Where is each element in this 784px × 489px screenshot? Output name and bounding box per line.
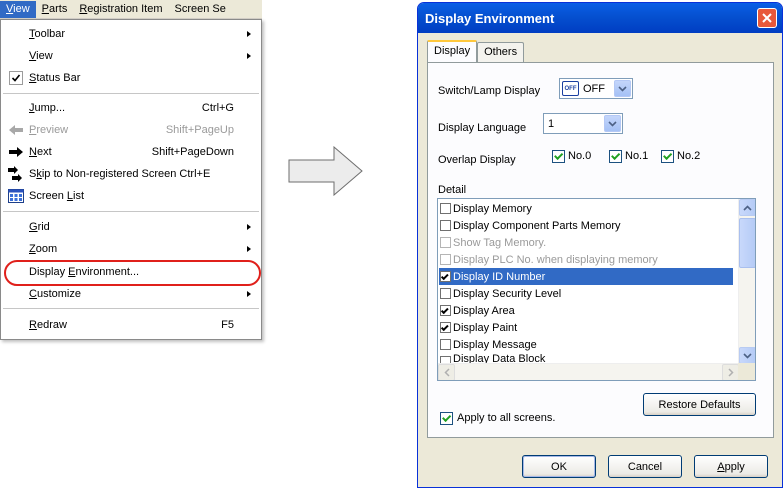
checkbox[interactable]	[440, 271, 451, 282]
checkbox[interactable]	[440, 288, 451, 299]
switch-lamp-label: Switch/Lamp Display	[438, 85, 541, 97]
switch-lamp-value: OFF	[583, 82, 605, 95]
display-language-value: 1	[548, 117, 555, 130]
menu-item-customize[interactable]: Customize	[2, 283, 260, 305]
menu-item-grid[interactable]: Grid	[2, 216, 260, 238]
menu-separator	[3, 211, 259, 212]
checkbox[interactable]	[440, 322, 451, 333]
scroll-left-button[interactable]	[438, 364, 455, 380]
list-item: Display PLC No. when displaying memory	[439, 251, 733, 268]
overlap-no0-checkbox[interactable]	[552, 150, 565, 163]
arrow-right-icon	[7, 144, 25, 160]
display-language-label: Display Language	[438, 122, 527, 134]
close-icon	[762, 13, 772, 23]
list-item[interactable]: Display Area	[439, 302, 733, 319]
display-environment-dialog: Display Environment Display Others Switc…	[417, 2, 783, 488]
horizontal-scrollbar[interactable]	[438, 363, 739, 380]
scroll-up-button[interactable]	[739, 199, 755, 216]
menu-item-status-bar[interactable]: Status Bar	[2, 67, 260, 89]
overlap-no0-label: No.0	[568, 150, 592, 162]
checkbox[interactable]	[440, 305, 451, 316]
submenu-arrow-icon	[247, 224, 251, 230]
apply-button[interactable]: Apply	[694, 455, 768, 478]
chevron-up-icon	[743, 204, 752, 211]
scroll-corner	[738, 363, 755, 380]
overlap-no2-checkbox[interactable]	[661, 150, 674, 163]
ok-button[interactable]: OK	[522, 455, 596, 478]
menu-item-display-environment[interactable]: Display Environment...	[2, 261, 260, 283]
apply-all-checkbox[interactable]	[440, 412, 453, 425]
arrow-left-icon	[7, 122, 25, 138]
dropdown-button[interactable]	[614, 80, 631, 97]
tab-others[interactable]: Others	[477, 42, 525, 62]
cancel-button[interactable]: Cancel	[608, 455, 682, 478]
display-language-combo[interactable]: 1	[543, 113, 623, 134]
list-item[interactable]: Display Security Level	[439, 285, 733, 302]
menu-item-zoom[interactable]: Zoom	[2, 238, 260, 260]
close-button[interactable]	[757, 8, 777, 28]
skip-arrows-icon	[7, 166, 25, 182]
list-item[interactable]: Display Paint	[439, 319, 733, 336]
tab-strip: Display Others	[427, 40, 525, 62]
submenu-arrow-icon	[247, 246, 251, 252]
menu-view[interactable]: View	[0, 0, 36, 18]
dialog-title: Display Environment	[425, 11, 555, 26]
chevron-down-icon	[743, 352, 752, 359]
list-item[interactable]: Display Memory	[439, 200, 733, 217]
menu-item-preview: Preview Shift+PageUp	[2, 119, 260, 141]
menu-bar: View Parts Registration Item Screen Se	[0, 0, 262, 19]
overlap-no1-checkbox[interactable]	[609, 150, 622, 163]
submenu-arrow-icon	[247, 31, 251, 37]
apply-all-label: Apply to all screens.	[457, 412, 556, 424]
menu-item-screen-list[interactable]: Screen List	[2, 185, 260, 207]
menu-separator	[3, 93, 259, 94]
menu-parts[interactable]: Parts	[36, 1, 74, 18]
chevron-left-icon	[443, 368, 450, 377]
menu-item-next[interactable]: Next Shift+PageDown	[2, 141, 260, 163]
vertical-scrollbar[interactable]	[738, 199, 755, 364]
scroll-down-button[interactable]	[739, 347, 755, 364]
menu-item-skip-to-non-registered[interactable]: Skip to Non-registered Screen Ctrl+E	[2, 163, 260, 185]
checkbox[interactable]	[440, 339, 451, 350]
restore-defaults-button[interactable]: Restore Defaults	[643, 393, 756, 416]
overlap-no1-label: No.1	[625, 150, 649, 162]
view-menu-dropdown: Toolbar View Status Bar Jump... Ctrl+G P…	[0, 19, 262, 340]
submenu-arrow-icon	[247, 53, 251, 59]
scroll-thumb[interactable]	[739, 218, 755, 268]
menu-item-view[interactable]: View	[2, 45, 260, 67]
chevron-down-icon	[608, 120, 617, 127]
dropdown-button[interactable]	[604, 115, 621, 132]
menu-separator	[3, 308, 259, 309]
menu-registration-item[interactable]: Registration Item	[73, 1, 168, 18]
dialog-titlebar: Display Environment	[418, 3, 782, 33]
overlap-display-label: Overlap Display	[438, 154, 516, 166]
menu-item-toolbar[interactable]: Toolbar	[2, 23, 260, 45]
checkbox	[440, 237, 451, 248]
list-item[interactable]: Display Component Parts Memory	[439, 217, 733, 234]
checkbox[interactable]	[440, 203, 451, 214]
scroll-right-button[interactable]	[722, 364, 739, 380]
list-item-selected[interactable]: Display ID Number	[439, 268, 733, 285]
switch-lamp-combo[interactable]: OFF OFF	[559, 78, 633, 99]
chevron-right-icon	[727, 368, 734, 377]
overlap-no2-label: No.2	[677, 150, 701, 162]
lamp-off-icon: OFF	[562, 81, 579, 96]
detail-listbox[interactable]: Display Memory Display Component Parts M…	[437, 198, 756, 381]
menu-screen-setup[interactable]: Screen Se	[169, 1, 232, 18]
list-item[interactable]: Display Message	[439, 336, 733, 353]
menu-item-jump[interactable]: Jump... Ctrl+G	[2, 97, 260, 119]
list-item: Show Tag Memory.	[439, 234, 733, 251]
flow-arrow-icon	[288, 146, 363, 196]
detail-label: Detail	[438, 184, 467, 196]
checkbox[interactable]	[440, 220, 451, 231]
chevron-down-icon	[618, 85, 627, 92]
checkmark-icon	[7, 70, 25, 86]
tab-display[interactable]: Display	[427, 40, 478, 62]
checkbox	[440, 254, 451, 265]
submenu-arrow-icon	[247, 291, 251, 297]
display-tab-panel: Switch/Lamp Display OFF OFF Display Lang…	[427, 62, 774, 438]
menu-item-redraw[interactable]: Redraw F5	[2, 314, 260, 336]
screen-list-icon	[7, 188, 25, 204]
